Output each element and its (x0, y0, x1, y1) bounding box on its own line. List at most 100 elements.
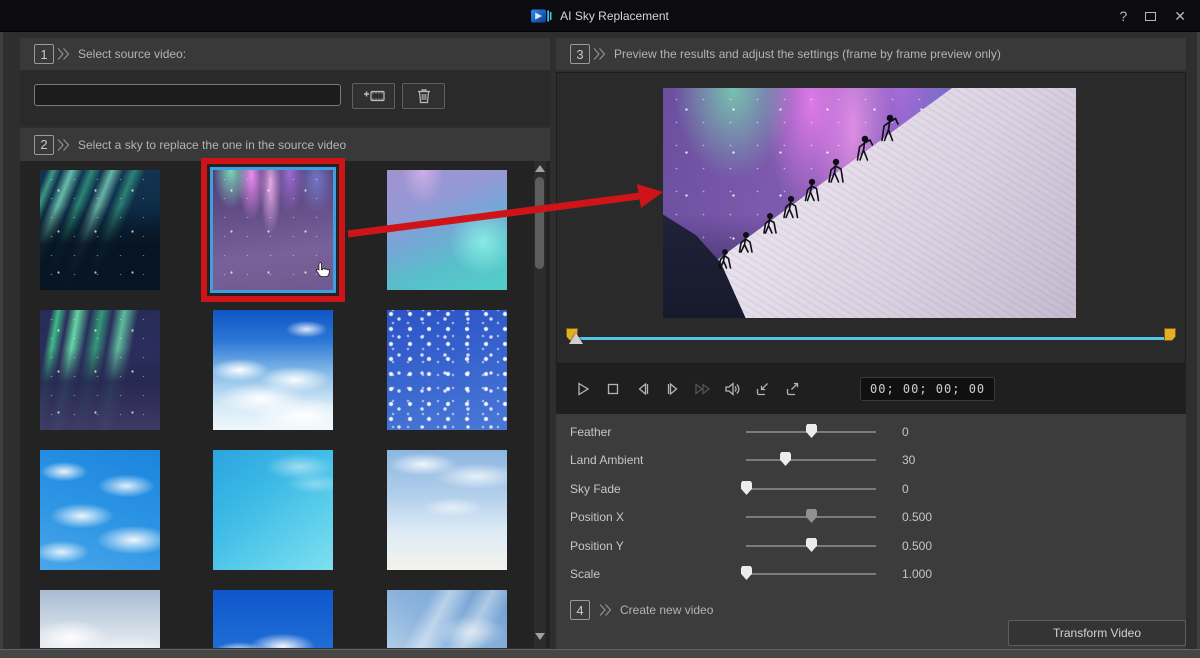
setting-row-scale: Scale 1.000 (556, 562, 1186, 586)
position-y-slider[interactable] (746, 534, 876, 558)
scroll-down-icon[interactable] (535, 633, 545, 640)
step3-badge: 3 (570, 44, 606, 64)
position-x-slider[interactable] (746, 505, 876, 529)
close-button[interactable]: ✕ (1174, 9, 1186, 23)
setting-row-position-y: Position Y 0.500 (556, 534, 1186, 558)
feather-slider[interactable] (746, 420, 876, 444)
feather-value: 0 (902, 420, 909, 444)
step3-label: Preview the results and adjust the setti… (614, 47, 1001, 61)
window-frame-left (0, 32, 3, 649)
window-title: AI Sky Replacement (560, 9, 669, 23)
setting-row-land-ambient: Land Ambient 30 (556, 448, 1186, 472)
mark-out-button[interactable] (782, 379, 803, 400)
position-y-label: Position Y (570, 534, 624, 558)
double-chevron-icon (56, 138, 70, 152)
sky-thumbnail-clear-cyan-sky[interactable] (213, 450, 333, 570)
sky-thumbnail-pale-wispy-sky[interactable] (387, 450, 507, 570)
ai-sky-replacement-dialog: AI Sky Replacement ? ✕ 1 Select source v… (0, 0, 1200, 658)
double-chevron-icon (56, 47, 70, 61)
sky-thumbnail-aurora-purple-pink-selected[interactable] (213, 170, 333, 290)
sky-fade-value: 0 (902, 477, 909, 501)
step1-number: 1 (34, 44, 54, 64)
setting-row-feather: Feather 0 (556, 420, 1186, 444)
land-ambient-slider[interactable] (746, 448, 876, 472)
window-controls: ? ✕ (1119, 0, 1186, 32)
sky-fade-slider[interactable] (746, 477, 876, 501)
trim-mark-out-handle[interactable] (1164, 328, 1176, 341)
playhead-handle[interactable] (569, 333, 583, 344)
scale-slider[interactable] (746, 562, 876, 586)
sky-thumbnail-soft-blue-wisps[interactable] (387, 590, 507, 648)
sky-thumbnail-list (20, 161, 550, 648)
titlebar: AI Sky Replacement ? ✕ (0, 0, 1200, 32)
land-ambient-label: Land Ambient (570, 448, 643, 472)
playback-controls: 00; 00; 00; 00 (556, 364, 1186, 414)
sky-thumbnail-aurora-green-night[interactable] (40, 310, 160, 430)
scale-label: Scale (570, 562, 600, 586)
preview-climbers (663, 88, 1076, 318)
sky-thumbnail-blue-sky-cloud-sea[interactable] (213, 310, 333, 430)
scrollbar-thumb[interactable] (535, 177, 544, 269)
stop-icon (605, 381, 621, 397)
slider-thumb[interactable] (780, 452, 791, 466)
window-frame-bottom (0, 649, 1200, 658)
sky-thumbnail-deep-blue-cumulus[interactable] (213, 590, 333, 648)
sky-thumbnail-small-scattered-clouds[interactable] (387, 310, 507, 430)
add-video-button[interactable] (352, 83, 395, 109)
app-logo-icon (531, 8, 553, 24)
source-video-row (20, 70, 550, 126)
step2-label: Select a sky to replace the one in the s… (78, 138, 346, 152)
slider-track[interactable] (746, 488, 876, 490)
slider-track[interactable] (746, 573, 876, 575)
settings-panel: Feather 0 Land Ambient 30 Sky Fade 0 Pos… (556, 414, 1186, 592)
step2-badge: 2 (34, 135, 70, 155)
mark-in-icon (755, 381, 771, 397)
step2-number: 2 (34, 135, 54, 155)
slider-thumb[interactable] (741, 481, 752, 495)
preview-frame (663, 88, 1076, 318)
fast-forward-button[interactable] (692, 379, 713, 400)
double-chevron-icon (592, 47, 606, 61)
step3-number: 3 (570, 44, 590, 64)
source-video-input[interactable] (34, 84, 341, 106)
slider-thumb[interactable] (741, 566, 752, 580)
maximize-button[interactable] (1145, 9, 1156, 23)
trash-icon (417, 88, 431, 104)
step1-label: Select source video: (78, 47, 186, 61)
step2-header: 2 Select a sky to replace the one in the… (20, 128, 550, 161)
play-icon (575, 381, 591, 397)
next-frame-button[interactable] (662, 379, 683, 400)
sky-fade-label: Sky Fade (570, 477, 621, 501)
delete-video-button[interactable] (402, 83, 445, 109)
step4-number: 4 (570, 600, 590, 620)
stop-button[interactable] (602, 379, 623, 400)
step1-badge: 1 (34, 44, 70, 64)
sky-thumbnail-aurora-pastel-cyan[interactable] (387, 170, 507, 290)
mark-in-button[interactable] (752, 379, 773, 400)
volume-icon (724, 381, 741, 397)
add-video-icon (363, 89, 385, 103)
slider-thumb[interactable] (806, 538, 817, 552)
slider-thumb[interactable] (806, 509, 817, 523)
sky-thumbnail-aurora-teal-night[interactable] (40, 170, 160, 290)
mark-out-icon (785, 381, 801, 397)
slider-track[interactable] (746, 459, 876, 461)
volume-button[interactable] (722, 379, 743, 400)
land-ambient-value: 30 (902, 448, 915, 472)
step4-label: Create new video (620, 603, 713, 617)
setting-row-sky-fade: Sky Fade 0 (556, 477, 1186, 501)
sky-thumbnail-cloud-tops[interactable] (40, 590, 160, 648)
slider-thumb[interactable] (806, 424, 817, 438)
seek-bar[interactable] (573, 337, 1171, 340)
play-button[interactable] (572, 379, 593, 400)
sky-list-scrollbar[interactable] (534, 161, 546, 648)
sky-thumbnail-bright-blue-scattered-clouds[interactable] (40, 450, 160, 570)
transform-video-button[interactable]: Transform Video (1008, 620, 1186, 646)
help-button[interactable]: ? (1119, 9, 1127, 23)
scroll-up-icon[interactable] (535, 165, 545, 172)
setting-row-position-x: Position X 0.500 (556, 505, 1186, 529)
previous-frame-button[interactable] (632, 379, 653, 400)
title-group: AI Sky Replacement (531, 8, 669, 24)
step4-row: 4 Create new video Transform Video (556, 592, 1186, 649)
position-y-value: 0.500 (902, 534, 932, 558)
